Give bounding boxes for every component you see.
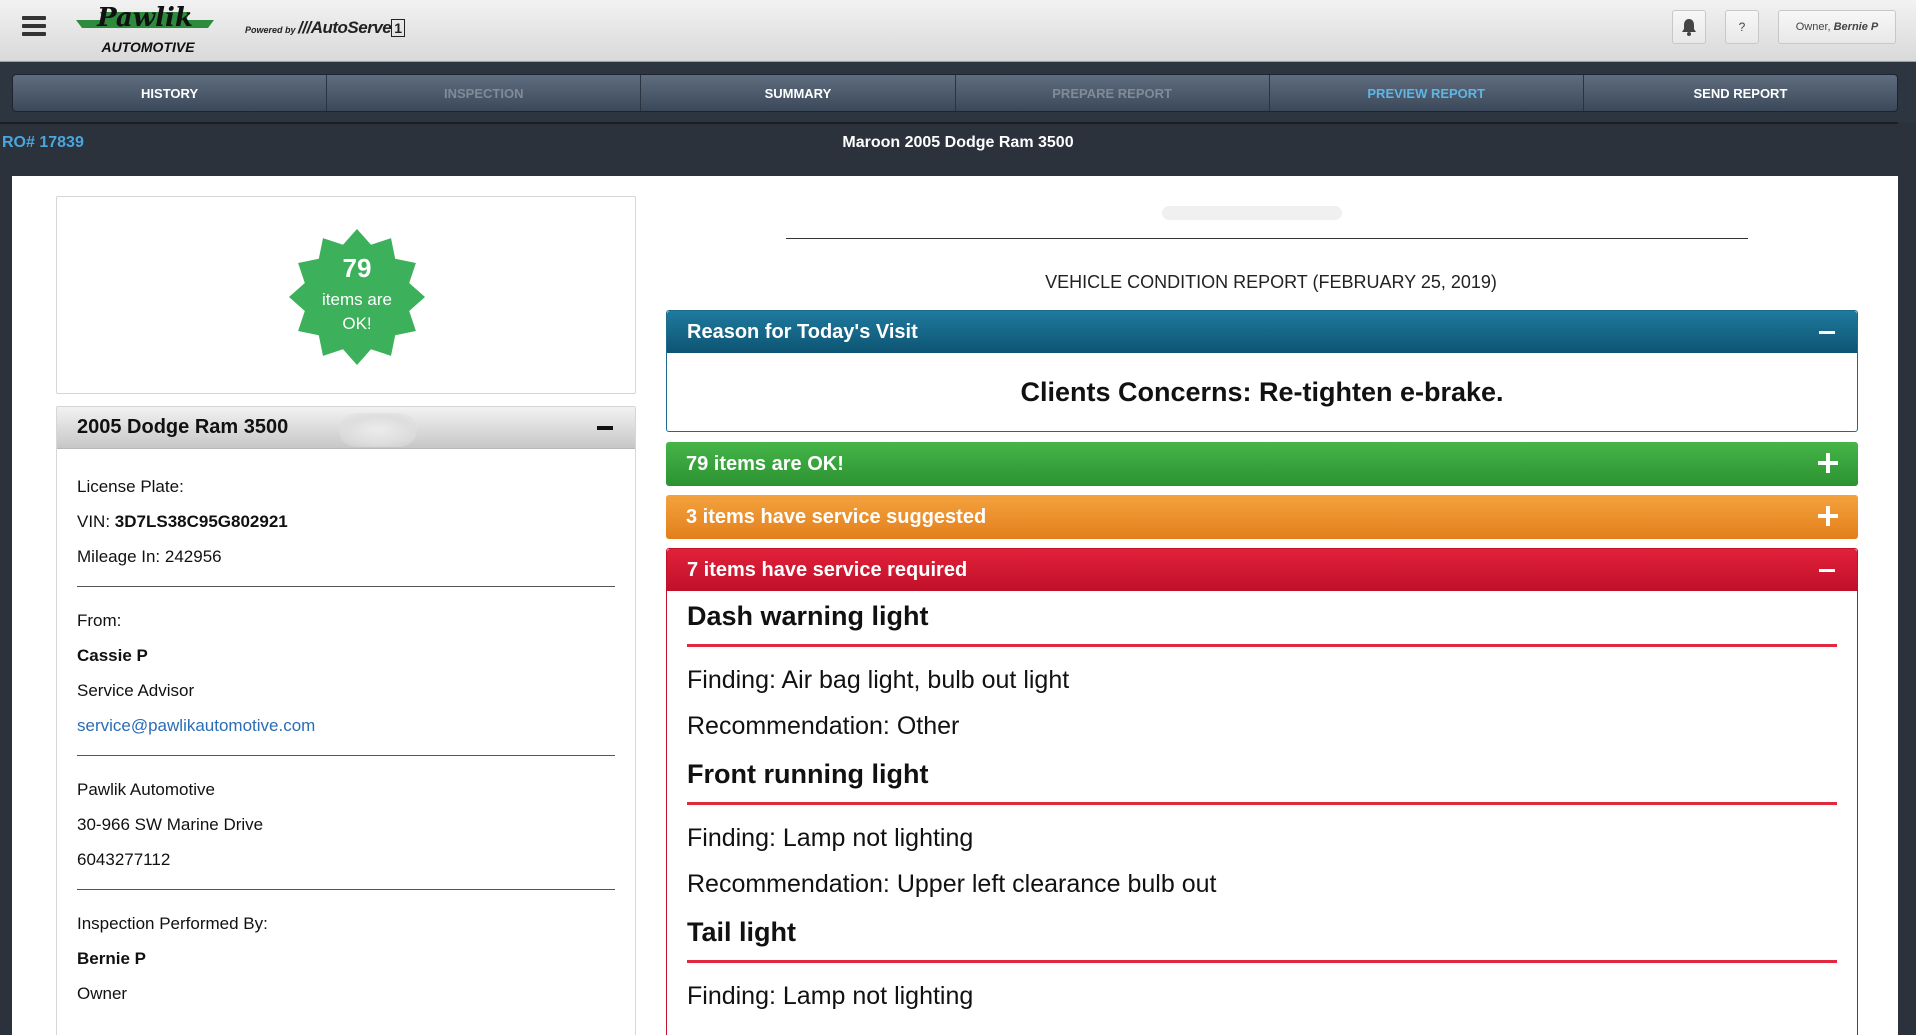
owner-role: Owner, bbox=[1795, 21, 1831, 33]
item-recommendation: Recommendation: Other bbox=[687, 712, 960, 740]
collapse-icon[interactable] bbox=[1817, 322, 1837, 342]
list-item: Tail light Finding: Lamp not lighting bbox=[687, 917, 1837, 1019]
ok-count: 79 bbox=[342, 253, 372, 283]
required-items-header[interactable]: 7 items have service required bbox=[667, 549, 1857, 591]
reason-panel-header[interactable]: Reason for Today's Visit bbox=[667, 311, 1857, 353]
suggested-items-header[interactable]: 3 items have service suggested bbox=[666, 495, 1858, 539]
reason-panel-title: Reason for Today's Visit bbox=[687, 320, 918, 343]
item-name: Front running light bbox=[687, 759, 1837, 805]
client-concerns: Clients Concerns: Re-tighten e-brake. bbox=[1020, 376, 1504, 407]
from-label: From: bbox=[77, 611, 122, 630]
item-name: Tail light bbox=[687, 917, 1837, 963]
list-item: Front running light Finding: Lamp not li… bbox=[687, 759, 1837, 907]
help-button[interactable]: ? bbox=[1725, 10, 1759, 44]
user-menu-button[interactable]: Owner, Bernie P bbox=[1778, 10, 1896, 44]
svg-text:AUTOMOTIVE: AUTOMOTIVE bbox=[100, 39, 195, 55]
shop-phone: 6043277112 bbox=[77, 850, 171, 869]
tab-preview-report[interactable]: PREVIEW REPORT bbox=[1270, 75, 1584, 111]
menu-icon[interactable] bbox=[22, 16, 46, 40]
vehicle-details: License Plate: VIN: 3D7LS38C95G802921 Mi… bbox=[57, 449, 635, 1011]
ro-number[interactable]: RO# 17839 bbox=[2, 134, 84, 152]
advisor-role: Service Advisor bbox=[77, 681, 195, 700]
advisor-name: Cassie P bbox=[77, 646, 148, 665]
ro-bar: Maroon 2005 Dodge Ram 3500 RO# 17839 bbox=[0, 122, 1916, 162]
advisor-email-link[interactable]: service@pawlikautomotive.com bbox=[77, 708, 615, 743]
divider bbox=[77, 586, 615, 587]
tab-history[interactable]: HISTORY bbox=[13, 75, 328, 111]
owner-name: Bernie P bbox=[1833, 21, 1879, 33]
collapse-icon[interactable] bbox=[597, 426, 613, 430]
shop-name: Pawlik Automotive bbox=[77, 780, 215, 799]
inspector-label: Inspection Performed By: bbox=[77, 914, 268, 933]
tab-send-report[interactable]: SEND REPORT bbox=[1584, 75, 1897, 111]
inspector-role: Owner bbox=[77, 984, 128, 1003]
vin: VIN: 3D7LS38C95G802921 bbox=[77, 512, 288, 531]
header-divider bbox=[786, 238, 1748, 239]
top-bar: Pawlik AUTOMOTIVE Powered by ///AutoServ… bbox=[0, 0, 1916, 62]
required-items-title: 7 items have service required bbox=[687, 558, 968, 581]
redacted-shop-name bbox=[1162, 206, 1342, 220]
notifications-button[interactable] bbox=[1672, 10, 1706, 44]
status-badge-card: 79 items are OK! bbox=[56, 196, 636, 394]
powered-by: Powered by ///AutoServe 1 bbox=[245, 18, 405, 38]
ok-items-title: 79 items are OK! bbox=[686, 452, 844, 475]
expand-icon[interactable] bbox=[1818, 453, 1838, 473]
suggested-items-panel: 3 items have service suggested bbox=[666, 495, 1858, 539]
reason-panel: Reason for Today's Visit Clients Concern… bbox=[666, 310, 1858, 432]
inspector-name: Bernie P bbox=[77, 949, 146, 968]
vehicle-title: Maroon 2005 Dodge Ram 3500 bbox=[842, 134, 1074, 151]
scrollbar[interactable] bbox=[1898, 122, 1916, 1035]
ok-badge: 79 items are OK! bbox=[287, 227, 427, 367]
vehicle-info-card: 2005 Dodge Ram 3500 License Plate: VIN: … bbox=[56, 406, 636, 1035]
svg-text:Pawlik: Pawlik bbox=[96, 3, 193, 33]
collapse-icon[interactable] bbox=[1817, 560, 1837, 580]
ok-items-header[interactable]: 79 items are OK! bbox=[666, 442, 1858, 486]
tab-inspection[interactable]: INSPECTION bbox=[327, 75, 642, 111]
vehicle-card-header[interactable]: 2005 Dodge Ram 3500 bbox=[57, 407, 635, 449]
item-name: Dash warning light bbox=[687, 601, 1837, 647]
ok-items-panel: 79 items are OK! bbox=[666, 442, 1858, 486]
ok-label: items are OK! bbox=[322, 290, 392, 333]
redacted-area bbox=[339, 413, 417, 447]
tab-prepare-report[interactable]: PREPARE REPORT bbox=[956, 75, 1270, 111]
bell-icon bbox=[1682, 19, 1696, 36]
license-plate: License Plate: bbox=[77, 477, 184, 496]
pawlik-logo: Pawlik AUTOMOTIVE bbox=[76, 3, 214, 55]
suggested-items-title: 3 items have service suggested bbox=[686, 505, 987, 528]
item-finding: Finding: Air bag light, bulb out light bbox=[687, 666, 1070, 694]
mileage: Mileage In: 242956 bbox=[77, 547, 222, 566]
required-items-panel: 7 items have service required Dash warni… bbox=[666, 548, 1858, 1035]
report-title: VEHICLE CONDITION REPORT (FEBRUARY 25, 2… bbox=[1045, 272, 1497, 292]
item-recommendation: Recommendation: Upper left clearance bul… bbox=[687, 870, 1217, 898]
divider bbox=[77, 889, 615, 890]
vehicle-card-title: 2005 Dodge Ram 3500 bbox=[77, 416, 289, 438]
required-items-list: Dash warning light Finding: Air bag ligh… bbox=[667, 591, 1857, 1035]
shop-address: 30-966 SW Marine Drive bbox=[77, 815, 264, 834]
report-preview: 79 items are OK! 2005 Dodge Ram 3500 Lic… bbox=[12, 176, 1898, 1035]
tab-summary[interactable]: SUMMARY bbox=[641, 75, 956, 111]
list-item: Dash warning light Finding: Air bag ligh… bbox=[687, 601, 1837, 749]
nav-bar: HISTORY INSPECTION SUMMARY PREPARE REPOR… bbox=[0, 62, 1916, 122]
workflow-tabs: HISTORY INSPECTION SUMMARY PREPARE REPOR… bbox=[12, 74, 1898, 112]
divider bbox=[77, 755, 615, 756]
expand-icon[interactable] bbox=[1818, 506, 1838, 526]
item-finding: Finding: Lamp not lighting bbox=[687, 824, 974, 852]
item-finding: Finding: Lamp not lighting bbox=[687, 982, 974, 1010]
